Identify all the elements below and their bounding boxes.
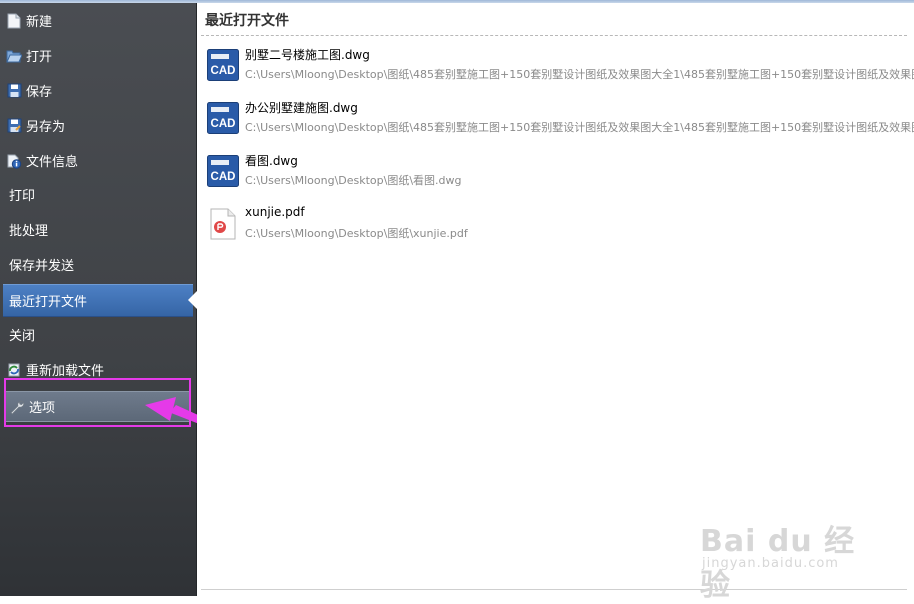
recent-file-item[interactable]: CAD 看图.dwg C:\Users\Mloong\Desktop\图纸\看图…	[205, 149, 914, 199]
baidu-watermark: Bai du 经验 jingyan.baidu.com	[700, 516, 870, 603]
recent-file-item[interactable]: xunjie.pdf C:\Users\Mloong\Desktop\图纸\xu…	[205, 202, 914, 252]
recent-file-name: 看图.dwg	[245, 154, 298, 168]
recent-file-path: C:\Users\Mloong\Desktop\图纸\xunjie.pdf	[245, 227, 468, 240]
cad-icon-text: CAD	[211, 171, 236, 183]
watermark-url: jingyan.baidu.com	[702, 556, 839, 571]
pdf-file-icon	[210, 208, 236, 240]
cad-file-icon: CAD	[207, 49, 239, 81]
title-divider	[201, 35, 907, 36]
recent-file-name: 办公别墅建施图.dwg	[245, 101, 358, 115]
cad-file-icon: CAD	[207, 155, 239, 187]
cad-icon-text: CAD	[211, 65, 236, 77]
recent-file-path: C:\Users\Mloong\Desktop\图纸\485套别墅施工图+150…	[245, 121, 914, 134]
cad-file-icon: CAD	[207, 102, 239, 134]
recent-file-item[interactable]: CAD 办公别墅建施图.dwg C:\Users\Mloong\Desktop\…	[205, 96, 914, 146]
recent-file-name: xunjie.pdf	[245, 205, 305, 219]
recent-file-path: C:\Users\Mloong\Desktop\图纸\看图.dwg	[245, 174, 462, 187]
recent-file-name: 别墅二号楼施工图.dwg	[245, 48, 370, 62]
recent-files-panel: 最近打开文件 CAD 别墅二号楼施工图.dwg C:\Users\Mloong\…	[197, 3, 914, 596]
cad-icon-text: CAD	[211, 118, 236, 130]
recent-files-title: 最近打开文件	[205, 13, 289, 29]
recent-file-item[interactable]: CAD 别墅二号楼施工图.dwg C:\Users\Mloong\Desktop…	[205, 43, 914, 93]
recent-file-path: C:\Users\Mloong\Desktop\图纸\485套别墅施工图+150…	[245, 68, 914, 81]
